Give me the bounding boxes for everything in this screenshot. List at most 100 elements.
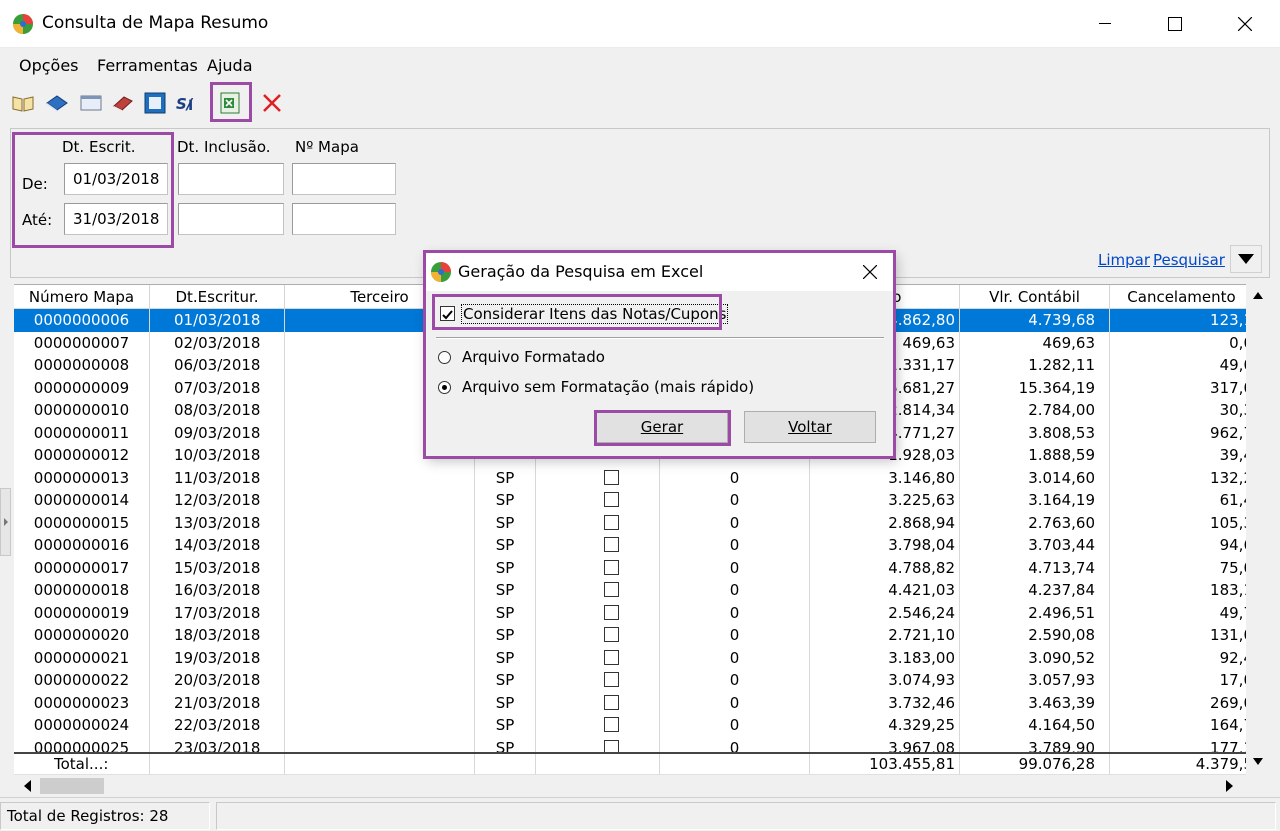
voltar-button[interactable]: Voltar [744,411,876,443]
gerar-button[interactable]: Gerar [596,411,728,443]
cell-terceiro [285,534,475,557]
table-row[interactable]: 0000000019 17/03/2018 SP 0 2.546,24 2.496,51 4… [14,601,1254,624]
table-row[interactable]: 0000000022 20/03/2018 SP 0 3.074,93 3.057,93 1… [14,669,1254,692]
de-inclusao-input[interactable] [178,163,284,195]
checkmark-icon [442,310,453,320]
row-checkbox[interactable] [604,649,619,665]
header-numero-mapa[interactable]: Número Mapa [14,285,150,309]
header-dt-escritur[interactable]: Dt.Escritur. [150,285,285,309]
formatado-radio[interactable] [438,351,451,364]
vertical-scrollbar[interactable] [1246,284,1270,774]
cell-qtd: 0 [660,601,810,624]
row-checkbox[interactable] [604,604,619,620]
de-escrit-input[interactable]: 01/03/2018 [64,163,168,195]
row-checkbox[interactable] [604,694,619,710]
cell-check [536,511,660,534]
table-row[interactable]: 0000000015 13/03/2018 SP 0 2.868,94 2.763,60 1… [14,511,1254,534]
filter-dropdown-button[interactable] [1230,245,1262,273]
table-row[interactable]: 0000000021 19/03/2018 SP 0 3.183,00 3.090,52 9… [14,646,1254,669]
report-icon[interactable]: S/I [174,90,200,116]
row-checkbox[interactable] [604,492,619,507]
ate-inclusao-input[interactable] [178,203,284,235]
cell-check [536,601,660,624]
cell-vlr-contabil: 1.888,59 [960,444,1110,467]
menu-ajuda[interactable]: Ajuda [207,56,253,75]
dialog-title-bar: Geração da Pesquisa em Excel [426,253,894,291]
row-checkbox[interactable] [604,627,619,642]
de-mapa-input[interactable] [292,163,396,195]
side-splitter[interactable] [0,488,11,556]
cell-vlr-contabil: 3.463,39 [960,691,1110,714]
voltar-label: Voltar [788,418,832,436]
limpar-link[interactable]: Limpar [1098,251,1150,269]
total-cancelamento: 4.379,5 [1110,754,1254,774]
window-title: Consulta de Mapa Resumo [42,13,269,33]
menu-ferramentas[interactable]: Ferramentas [97,56,198,75]
table-row[interactable]: 0000000017 15/03/2018 SP 0 4.788,82 4.713,74 7… [14,556,1254,579]
table-row[interactable]: 0000000016 14/03/2018 SP 0 3.798,04 3.703,44 9… [14,534,1254,557]
cell-dt-escritur: 09/03/2018 [150,421,285,444]
table-row[interactable]: 0000000014 12/03/2018 SP 0 3.225,63 3.164,19 6… [14,489,1254,512]
cell-dt-escritur: 02/03/2018 [150,331,285,354]
row-checkbox[interactable] [604,559,619,575]
cell-check [536,556,660,579]
menu-opcoes[interactable]: Opções [19,56,79,75]
cell-qtd: 0 [660,714,810,737]
cell-vlr-contabil: 3.703,44 [960,534,1110,557]
considerar-label[interactable]: Considerar Itens das Notas/Cupons [461,304,729,324]
formatado-label[interactable]: Arquivo Formatado [462,348,605,366]
pesquisar-link[interactable]: Pesquisar [1153,251,1225,269]
maximize-button[interactable] [1140,0,1210,48]
cell-numero-mapa: 0000000012 [14,444,150,467]
open-book-icon[interactable] [10,90,36,116]
blue-book-icon[interactable] [44,90,70,116]
cell-numero-mapa: 0000000015 [14,511,150,534]
eraser-icon[interactable] [110,90,136,116]
table-row[interactable]: 0000000018 16/03/2018 SP 0 4.421,03 4.237,84 1… [14,579,1254,602]
horizontal-scrollbar[interactable] [14,774,1246,796]
cell-vlr-contabil: 3.014,60 [960,466,1110,489]
ate-mapa-input[interactable] [292,203,396,235]
sem-formatacao-label[interactable]: Arquivo sem Formatação (mais rápido) [462,378,754,396]
cell-vlr-contabil: 2.784,00 [960,399,1110,422]
cell-cancelamento: 49,0 [1110,354,1254,377]
cell-uf: SP [475,669,536,692]
header-cancelamento[interactable]: Cancelamento [1110,285,1254,309]
row-checkbox[interactable] [604,469,619,485]
cell-dt-escritur: 12/03/2018 [150,489,285,512]
dialog-close-button[interactable] [850,257,890,287]
header-vlr-contabil[interactable]: Vlr. Contábil [960,285,1110,309]
cell-uf: SP [475,489,536,512]
row-checkbox[interactable] [604,537,619,552]
cell-movimento: 3.798,04 [810,534,960,557]
cell-cancelamento: 61,4 [1110,489,1254,512]
table-row[interactable]: 0000000024 22/03/2018 SP 0 4.329,25 4.164,50 1… [14,714,1254,737]
cell-qtd: 0 [660,646,810,669]
gerar-label: Gerar [640,418,684,436]
print-preview-icon[interactable] [142,90,168,116]
table-row[interactable]: 0000000013 11/03/2018 SP 0 3.146,80 3.014,60 1… [14,466,1254,489]
sem-formatacao-radio[interactable] [438,381,451,394]
total-label: Total...: [14,754,150,774]
cell-uf: SP [475,601,536,624]
cell-uf: SP [475,466,536,489]
col-nr-mapa-label: Nº Mapa [295,138,359,156]
minimize-button[interactable] [1070,0,1140,48]
delete-icon[interactable] [259,90,285,116]
row-checkbox[interactable] [604,514,619,530]
cell-terceiro [285,714,475,737]
close-button[interactable] [1210,0,1280,48]
row-checkbox[interactable] [604,717,619,732]
cell-check [536,466,660,489]
row-checkbox[interactable] [604,582,619,597]
excel-export-icon[interactable] [217,90,243,116]
cell-movimento: 4.421,03 [810,579,960,602]
cell-cancelamento: 30,3 [1110,399,1254,422]
table-row[interactable]: 0000000020 18/03/2018 SP 0 2.721,10 2.590,08 1… [14,624,1254,647]
cell-vlr-contabil: 15.364,19 [960,376,1110,399]
considerar-checkbox[interactable] [440,306,455,321]
ate-escrit-input[interactable]: 31/03/2018 [64,203,168,235]
table-row[interactable]: 0000000023 21/03/2018 SP 0 3.732,46 3.463,39 2… [14,691,1254,714]
row-checkbox[interactable] [604,672,619,687]
window-icon[interactable] [78,90,104,116]
